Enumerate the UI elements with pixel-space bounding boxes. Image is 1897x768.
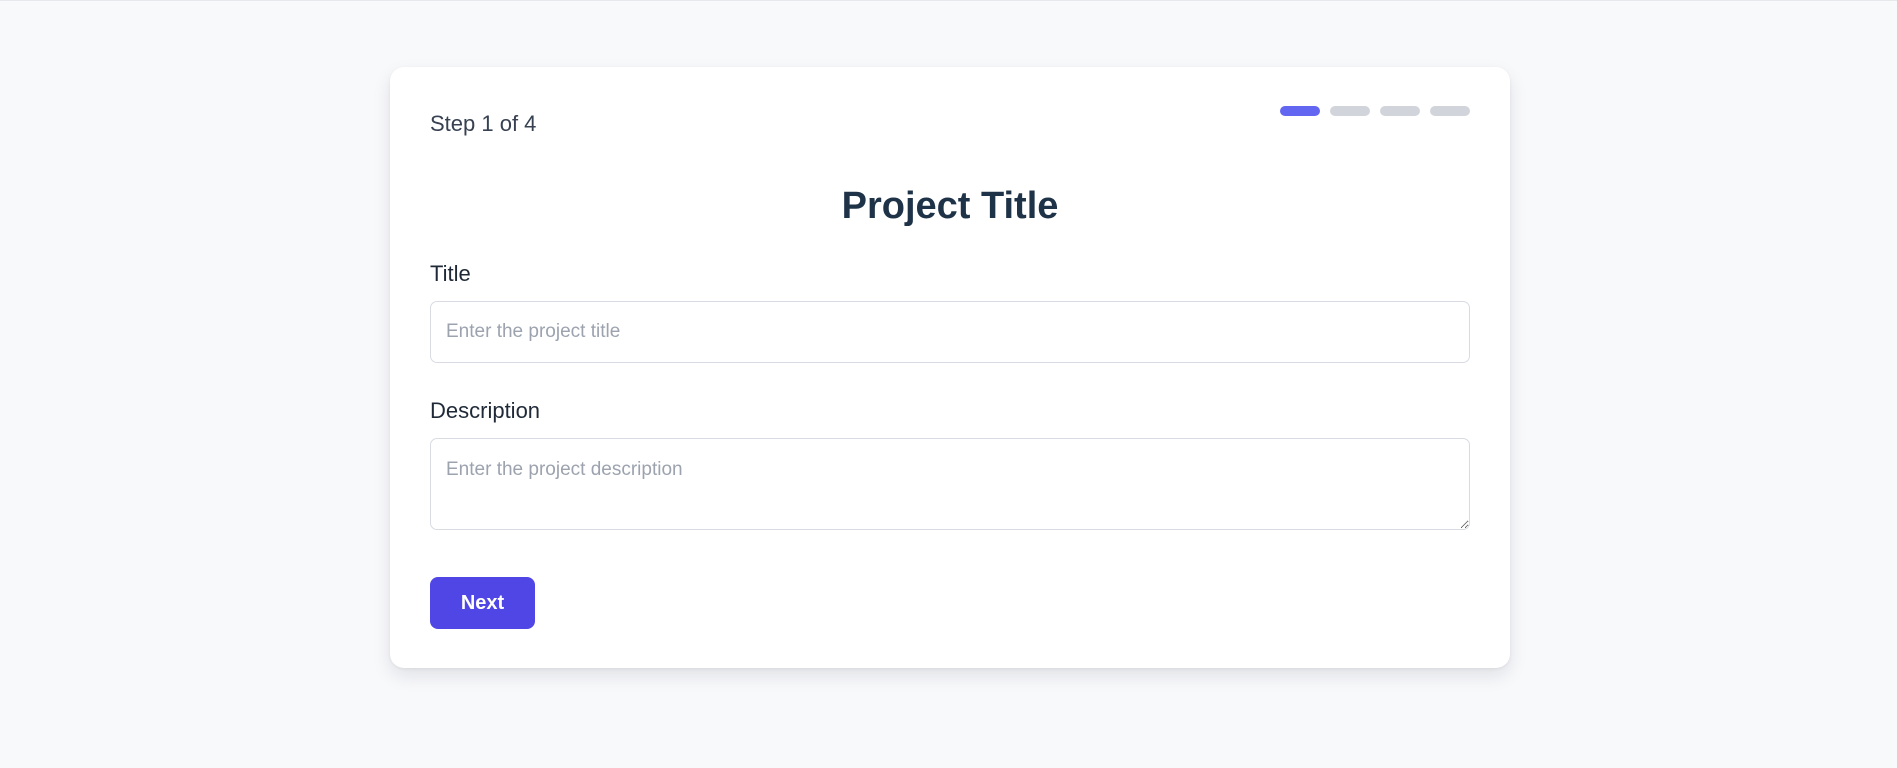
step-progress-bar (1280, 106, 1470, 116)
step-indicator-text: Step 1 of 4 (430, 111, 537, 136)
next-button[interactable]: Next (430, 577, 535, 629)
page-title: Project Title (841, 185, 1059, 227)
wizard-card: Step 1 of 4 Project Title Title Descript… (390, 67, 1510, 668)
progress-segment-3 (1380, 106, 1420, 116)
title-input[interactable] (430, 301, 1470, 363)
progress-segment-2 (1330, 106, 1370, 116)
description-label: Description (430, 398, 541, 423)
title-label: Title (430, 261, 471, 286)
progress-segment-4 (1430, 106, 1470, 116)
progress-segment-1 (1280, 106, 1320, 116)
description-textarea[interactable] (430, 438, 1470, 530)
